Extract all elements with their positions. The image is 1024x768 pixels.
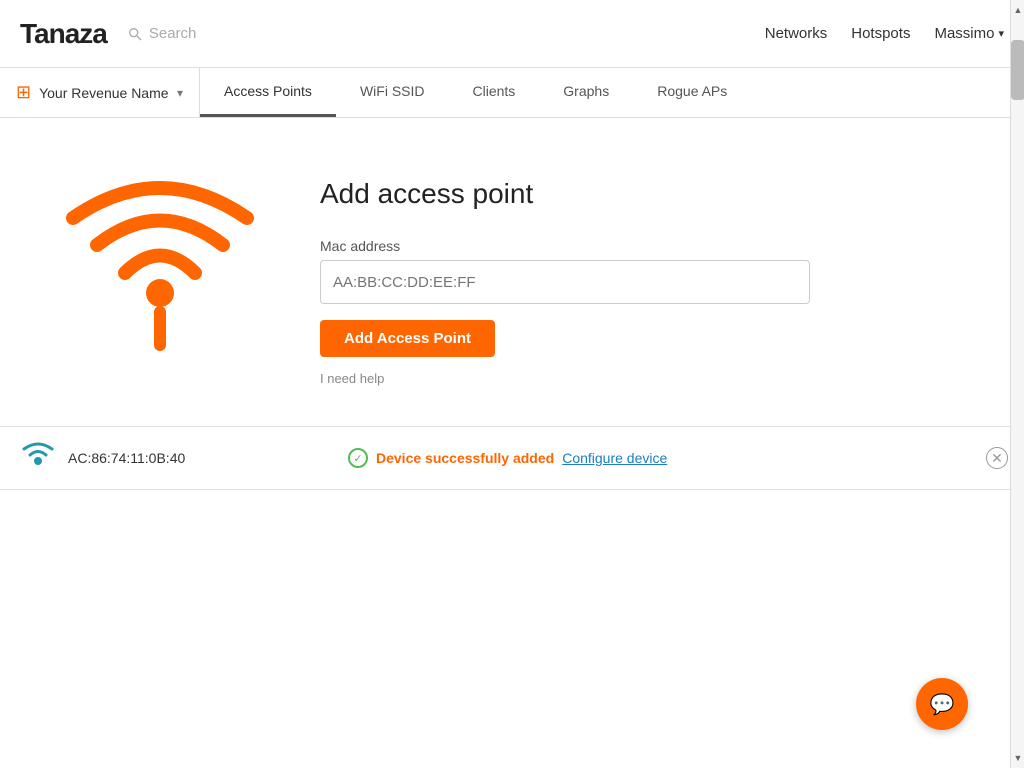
device-status-text: Device successfully added	[376, 450, 554, 466]
nav-hotspots[interactable]: Hotspots	[851, 25, 910, 42]
scrollbar-thumb[interactable]	[1011, 40, 1024, 100]
network-selector[interactable]: ⊞ Your Revenue Name ▾	[0, 68, 200, 117]
nav-user[interactable]: Massimo ▾	[934, 25, 1004, 42]
main-content: Add access point Mac address Add Access …	[0, 118, 1024, 490]
wifi-icon-svg	[65, 158, 255, 358]
search-icon	[127, 26, 143, 42]
scroll-up-arrow[interactable]: ▲	[1011, 0, 1024, 20]
form-title: Add access point	[320, 178, 964, 210]
chat-button[interactable]: 💬	[916, 678, 968, 730]
add-access-point-form: Add access point Mac address Add Access …	[320, 158, 964, 386]
tab-rogue-aps[interactable]: Rogue APs	[633, 68, 751, 117]
form-area: Add access point Mac address Add Access …	[0, 118, 1024, 426]
wifi-illustration	[60, 158, 260, 358]
scrollbar: ▲ ▼	[1010, 0, 1024, 768]
subheader: ⊞ Your Revenue Name ▾ Access Points WiFi…	[0, 68, 1024, 118]
tab-access-points[interactable]: Access Points	[200, 68, 336, 117]
mac-input[interactable]	[320, 260, 810, 304]
add-access-point-button[interactable]: Add Access Point	[320, 320, 495, 357]
close-device-row-button[interactable]: ✕	[986, 447, 1008, 469]
device-status: Device successfully added Configure devi…	[348, 448, 1004, 468]
chat-icon: 💬	[930, 692, 955, 717]
tabs: Access Points WiFi SSID Clients Graphs R…	[200, 68, 751, 117]
header-left: Tanaza Search	[20, 18, 196, 50]
tab-graphs[interactable]: Graphs	[539, 68, 633, 117]
mac-label: Mac address	[320, 238, 964, 254]
header: Tanaza Search Networks Hotspots Massimo …	[0, 0, 1024, 68]
device-row: AC:86:74:11:0B:40 Device successfully ad…	[0, 426, 1024, 490]
tab-wifi-ssid[interactable]: WiFi SSID	[336, 68, 449, 117]
dropdown-arrow-icon: ▾	[177, 86, 183, 100]
search-box[interactable]: Search	[127, 25, 197, 42]
search-label: Search	[149, 25, 197, 42]
network-selector-label: Your Revenue Name	[39, 85, 169, 101]
device-mac-address: AC:86:74:11:0B:40	[68, 450, 228, 466]
tab-clients[interactable]: Clients	[449, 68, 540, 117]
success-check-icon	[348, 448, 368, 468]
nav-user-label: Massimo	[934, 25, 994, 42]
configure-device-link[interactable]: Configure device	[562, 450, 667, 466]
header-right: Networks Hotspots Massimo ▾	[765, 25, 1004, 42]
nav-networks[interactable]: Networks	[765, 25, 828, 42]
chevron-down-icon: ▾	[998, 27, 1004, 40]
help-link[interactable]: I need help	[320, 371, 964, 386]
layers-icon: ⊞	[16, 82, 31, 103]
scroll-down-arrow[interactable]: ▼	[1011, 748, 1024, 768]
logo: Tanaza	[20, 18, 107, 50]
device-wifi-icon	[20, 439, 56, 477]
